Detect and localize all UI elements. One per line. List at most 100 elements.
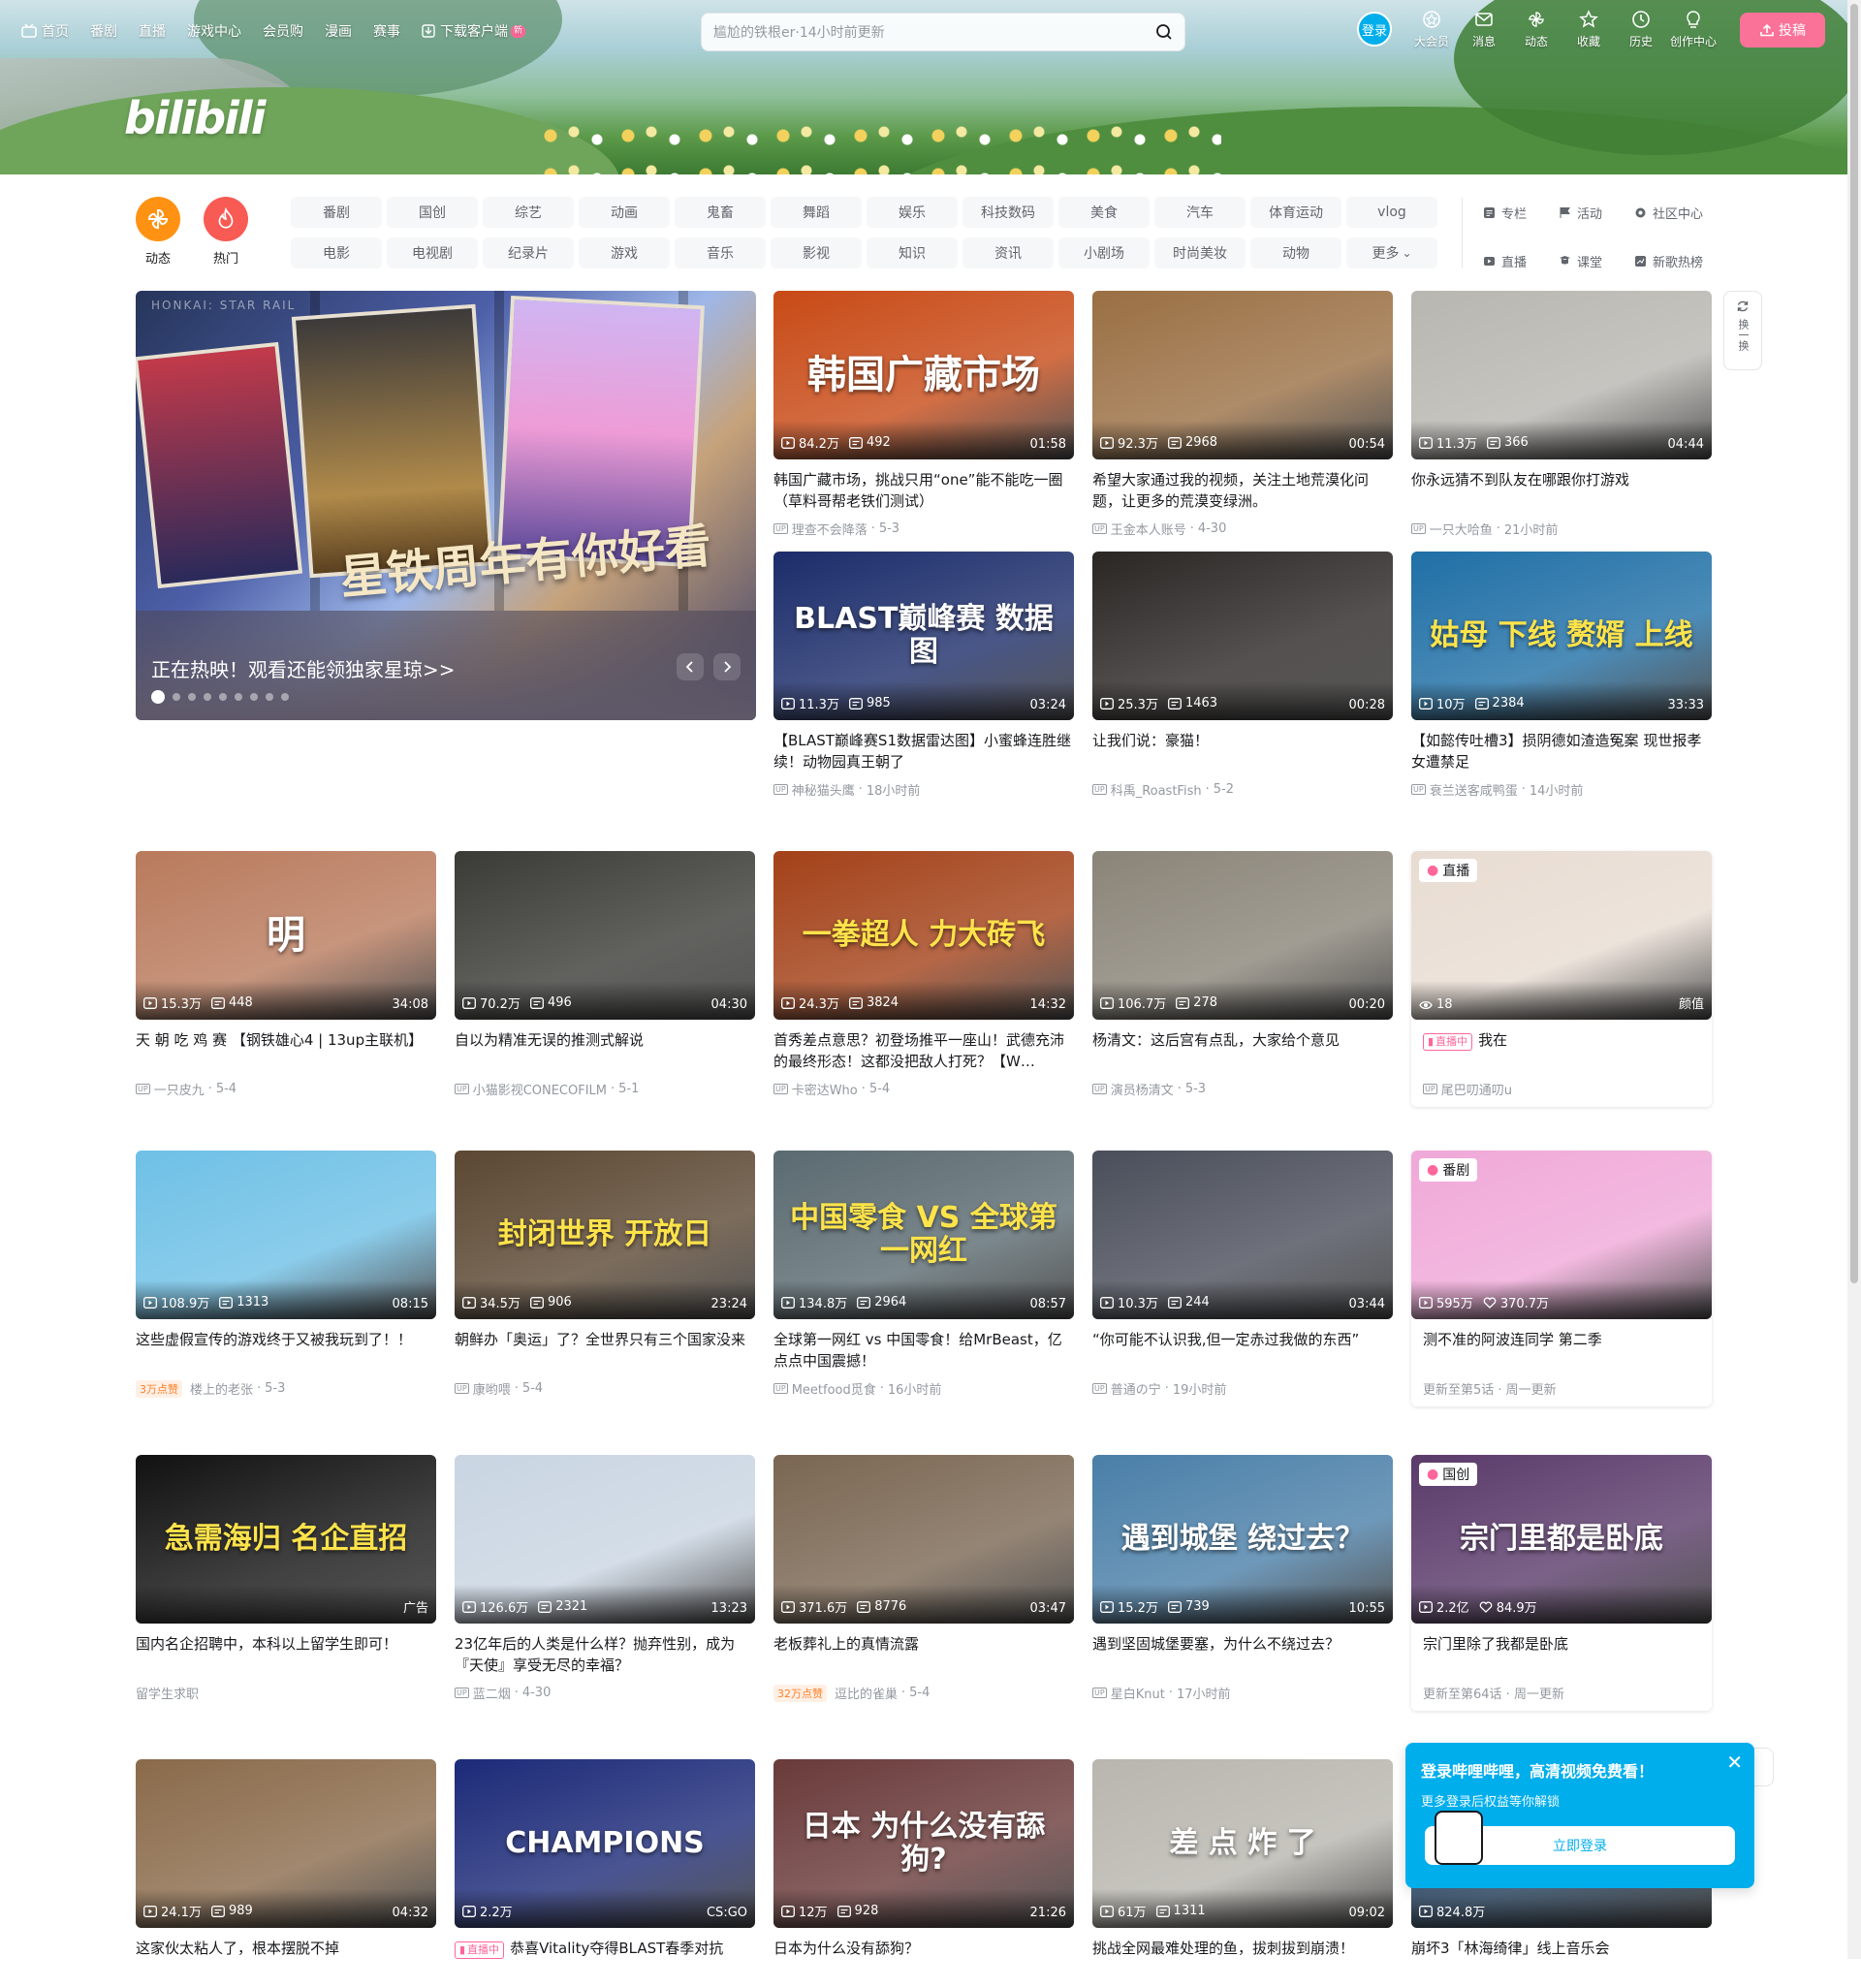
video-thumbnail[interactable]: 70.2万 496 04:30 [455,851,755,1020]
link-new-songs[interactable]: 新歌热榜 [1634,245,1721,276]
author-name[interactable]: Meetfood觅食 [792,1379,876,1398]
video-title[interactable]: 首秀差点意思？初登场推平一座山！武德充沛的最终形态！这都没把敌人打死？【W… [773,1029,1074,1072]
channel-chip[interactable]: 舞蹈 [771,197,862,228]
channel-chip[interactable]: 纪录片 [483,237,574,268]
nav-vip[interactable]: 大会员 [1405,10,1458,49]
video-title[interactable]: 日本为什么没有舔狗？ [773,1938,1074,1980]
author-name[interactable]: 衰兰送客咸鸭蛋 [1430,780,1518,799]
channel-chip[interactable]: 汽车 [1154,197,1246,228]
carousel-dot[interactable] [250,693,258,701]
video-title[interactable]: “你可能不认识我,但一定赤过我做的东西” [1092,1329,1393,1372]
nav-dynamic[interactable]: 动态 [1510,10,1562,49]
channel-chip[interactable]: 番剧 [291,197,382,228]
video-card[interactable]: 差 点 炸 了 61万 1311 09:02 挑战全网最难处理的鱼，拔刺拔到崩溃！ [1092,1759,1393,1988]
nav-match[interactable]: 赛事 [373,21,400,41]
video-card[interactable]: CHAMPIONS 2.2万 CS:GO ▮ 直播中 恭喜Vitality夺得BLAST春… [455,1759,755,1988]
author-name[interactable]: 尾巴叨通叨u [1441,1080,1512,1098]
video-thumbnail[interactable]: 11.3万 366 04:44 [1411,291,1712,459]
nav-download-client[interactable]: 下载客户端 新 [422,21,526,41]
scrollbar-thumb[interactable] [1850,4,1858,1283]
link-activity[interactable]: 活动 [1559,197,1634,228]
carousel-prev-button[interactable] [677,653,704,680]
channel-chip[interactable]: 鬼畜 [675,197,766,228]
link-column[interactable]: 专栏 [1483,197,1559,228]
link-classroom[interactable]: 课堂 [1559,245,1634,276]
video-thumbnail[interactable]: 126.6万 2321 13:23 [455,1455,755,1624]
carousel-dot[interactable] [281,693,289,701]
hot-button[interactable] [204,197,248,241]
video-thumbnail[interactable]: 韩国广藏市场 84.2万 492 01:58 [773,291,1074,459]
refresh-button[interactable]: 换一换 [1723,291,1762,370]
author-name[interactable]: 一只大哈鱼 [1430,520,1493,538]
video-thumbnail[interactable]: ● 直播 18 颜值 [1411,851,1712,1020]
channel-chip[interactable]: 动画 [579,197,670,228]
carousel-dot[interactable] [151,690,165,704]
search-bar[interactable]: 尴尬的铁根er·14小时前更新 [701,13,1185,51]
video-title[interactable]: 让我们说：豪猫！ [1092,730,1393,773]
author-name[interactable]: 逗比的雀巢 [835,1684,898,1702]
video-card[interactable]: 明 15.3万 448 34:08 天 朝 吃 鸡 赛 【钢铁雄心4 | 13up主联机… [136,851,436,1098]
nav-manga[interactable]: 漫画 [325,21,352,41]
video-thumbnail[interactable]: 差 点 炸 了 61万 1311 09:02 [1092,1759,1393,1928]
video-thumbnail[interactable]: 遇到城堡 绕过去？ 15.2万 739 10:55 [1092,1455,1393,1624]
video-card[interactable]: 一拳超人 力大砖飞 24.3万 3824 14:32 首秀差点意思？初登场推平一座山！武… [773,851,1074,1098]
carousel-next-button[interactable] [713,653,741,680]
channel-chip[interactable]: 游戏 [579,237,670,268]
search-input[interactable]: 尴尬的铁根er·14小时前更新 [713,22,1155,42]
video-title[interactable]: ▮ 直播中 恭喜Vitality夺得BLAST春季对抗 [455,1938,755,1980]
video-title[interactable]: 崩坏3「林海绮律」线上音乐会 [1411,1938,1712,1980]
channel-chip[interactable]: 知识 [867,237,958,268]
login-avatar[interactable]: 登录 [1357,12,1392,47]
channel-chip[interactable]: 资讯 [962,237,1054,268]
author-name[interactable]: 神秘猫头鹰 [792,780,855,799]
video-thumbnail[interactable]: 24.1万 989 04:32 [136,1759,436,1928]
carousel-dot[interactable] [204,693,211,701]
video-title[interactable]: 老板葬礼上的真情流露 [773,1633,1074,1676]
video-title[interactable]: 全球第一网红 vs 中国零食！给MrBeast，亿点点中国震撼！ [773,1329,1074,1372]
video-title[interactable]: 这家伙太粘人了，根本摆脱不掉 [136,1938,436,1980]
nav-message[interactable]: 消息 [1458,10,1510,49]
video-title[interactable]: 你永远猜不到队友在哪跟你打游戏 [1411,469,1712,512]
channel-chip[interactable]: vlog [1346,197,1437,228]
video-thumbnail[interactable]: BLAST巅峰赛 数据图 11.3万 985 03:24 [773,552,1074,720]
channel-chip[interactable]: 影视 [771,237,862,268]
video-title[interactable]: 朝鲜办「奥运」了？全世界只有三个国家没来 [455,1329,755,1372]
dynamic-button[interactable] [136,197,180,241]
carousel-dot[interactable] [219,693,227,701]
close-icon[interactable]: ✕ [1726,1752,1743,1772]
nav-creator-center[interactable]: 创作中心 [1667,10,1719,49]
video-thumbnail[interactable]: ● 番剧 595万 370.7万 [1411,1151,1712,1319]
video-thumbnail[interactable]: 日本 为什么没有舔狗? 12万 928 21:26 [773,1759,1074,1928]
channel-chip[interactable]: 小剧场 [1058,237,1150,268]
channel-chip[interactable]: 电视剧 [387,237,478,268]
author-name[interactable]: 小猫影视CONECOFILM [473,1080,607,1098]
author-name[interactable]: 科禹_RoastFish [1111,780,1202,799]
video-thumbnail[interactable]: 宗门里都是卧底 ● 国创 2.2亿 84.9万 [1411,1455,1712,1624]
video-title[interactable]: ▮ 直播中 我在 [1411,1029,1712,1072]
channel-chip[interactable]: 娱乐 [867,197,958,228]
video-card[interactable]: 108.9万 1313 08:15 这些虚假宣传的游戏终于又被我玩到了！！ 3万点赞 楼上… [136,1151,436,1398]
author-name[interactable]: 留学生求职 [136,1684,199,1702]
video-title[interactable]: 希望大家通过我的视频，关注土地荒漠化问题，让更多的荒漠变绿洲。 [1092,469,1393,512]
link-live[interactable]: 直播 [1483,245,1559,276]
video-card[interactable]: BLAST巅峰赛 数据图 11.3万 985 03:24 【BLAST巅峰赛S1数据雷达… [773,552,1074,799]
carousel-dot[interactable] [266,693,273,701]
video-title[interactable]: 国内名企招聘中，本科以上留学生即可！ [136,1633,436,1676]
carousel-dot[interactable] [188,693,196,701]
video-card[interactable]: 371.6万 8776 03:47 老板葬礼上的真情流露 32万点赞 逗比的雀巢 · 5-4 [773,1455,1074,1702]
video-card[interactable]: 106.7万 278 00:20 杨清文：这后宫有点乱，大家给个意见 UP 演员杨清文 · 5… [1092,851,1393,1098]
video-card[interactable]: 中国零食 VS 全球第一网红 134.8万 2964 08:57 全球第一网红 vs 中… [773,1151,1074,1398]
nav-shop[interactable]: 会员购 [263,21,303,41]
search-icon[interactable] [1155,23,1173,41]
channel-chip[interactable]: 电影 [291,237,382,268]
video-thumbnail[interactable]: 92.3万 2968 00:54 [1092,291,1393,459]
author-name[interactable]: 楼上的老张 [190,1379,253,1398]
video-card[interactable]: 韩国广藏市场 84.2万 492 01:58 韩国广藏市场，挑战只用“one”能不能吃一… [773,291,1074,538]
video-card[interactable]: ● 番剧 595万 370.7万 测不准的阿波连同学 第二季 更新至第5话 · 周一更新 [1411,1151,1712,1406]
nav-history[interactable]: 历史 [1615,10,1667,49]
video-thumbnail[interactable]: 371.6万 8776 03:47 [773,1455,1074,1624]
video-title[interactable]: 这些虚假宣传的游戏终于又被我玩到了！！ [136,1329,436,1372]
video-thumbnail[interactable]: 25.3万 1463 00:28 [1092,552,1393,720]
channel-chip[interactable]: 美食 [1058,197,1150,228]
video-title[interactable]: 23亿年后的人类是什么样？抛弃性别，成为『天使』享受无尽的幸福？ [455,1633,755,1676]
